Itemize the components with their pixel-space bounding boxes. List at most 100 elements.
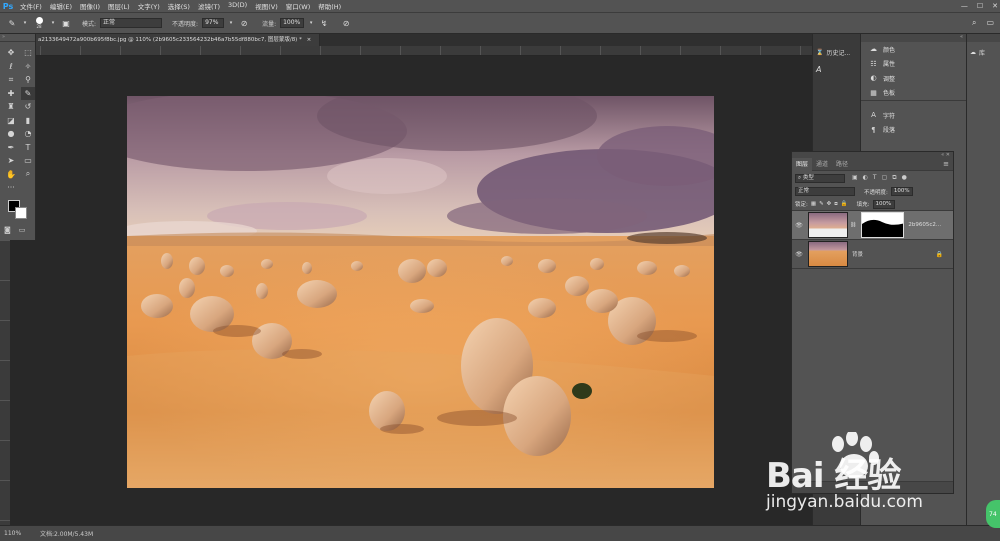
dodge-tool-icon[interactable]: ◔: [21, 127, 35, 141]
lock-transparent-icon[interactable]: ▦: [811, 201, 816, 207]
close-tab-icon[interactable]: ×: [307, 37, 312, 43]
canvas-image[interactable]: [127, 96, 714, 488]
close-icon[interactable]: ✕: [992, 2, 998, 10]
pen-tool-icon[interactable]: ✒: [4, 141, 18, 155]
history-panel-button[interactable]: ⌛ 历史记...: [813, 44, 860, 61]
zoom-tool-icon[interactable]: ⌕: [21, 168, 35, 182]
background-color-swatch[interactable]: [15, 207, 27, 219]
screen-mode-icon[interactable]: ▭: [19, 226, 26, 234]
brush-panel-icon[interactable]: ▣: [60, 17, 72, 29]
minimize-icon[interactable]: —: [961, 2, 968, 10]
tab-layers[interactable]: 图层: [792, 157, 813, 171]
chevron-down-icon[interactable]: ▾: [228, 17, 234, 29]
menu-item-1[interactable]: 编辑(E): [46, 1, 76, 11]
menu-item-7[interactable]: 3D(D): [224, 1, 251, 11]
layer-thumbnail[interactable]: [808, 212, 848, 238]
brush-tool-icon[interactable]: ✎: [21, 86, 35, 100]
more-tools-icon[interactable]: ···: [4, 181, 18, 195]
panel-button-group1-0[interactable]: ☁ 颜色: [861, 42, 966, 57]
brush-preset-picker[interactable]: 28: [32, 17, 46, 29]
pressure-opacity-icon[interactable]: ⊘: [238, 17, 250, 29]
lock-position-icon[interactable]: ✥: [827, 201, 832, 207]
maximize-icon[interactable]: ☐: [977, 2, 983, 10]
filter-adjust-icon[interactable]: ◐: [863, 174, 868, 182]
zoom-level[interactable]: 110%: [0, 530, 28, 537]
menu-item-6[interactable]: 滤镜(T): [194, 1, 224, 11]
chevron-down-icon[interactable]: ▾: [22, 17, 28, 29]
search-icon[interactable]: ⌕: [972, 18, 976, 28]
panel-button-label: 色板: [883, 90, 896, 98]
layer-row-background[interactable]: 👁 背景 🔒: [792, 240, 953, 269]
library-button[interactable]: ☁ 库: [967, 42, 1000, 61]
tab-paths[interactable]: 路径: [832, 158, 852, 171]
panel-button-group1-2[interactable]: ◐ 调整: [861, 71, 966, 86]
marquee-tool-icon[interactable]: ⬚: [21, 46, 35, 60]
toolbar-grip[interactable]: »: [0, 34, 35, 42]
airbrush-icon[interactable]: ↯: [318, 17, 330, 29]
flow-field[interactable]: 100%: [280, 18, 305, 28]
filter-pixel-icon[interactable]: ▣: [852, 174, 858, 182]
shape-tool-icon[interactable]: ▭: [21, 154, 35, 168]
eyedropper-icon[interactable]: ⚲: [21, 73, 35, 87]
pressure-size-icon[interactable]: ⊘: [340, 17, 352, 29]
stamp-tool-icon[interactable]: ♜: [4, 100, 18, 114]
filter-smart-icon[interactable]: ⧉: [892, 174, 896, 182]
dock-grip[interactable]: «: [861, 34, 966, 42]
layer-filter-select[interactable]: ⌕ 类型: [795, 173, 845, 183]
layer-opacity-field[interactable]: 100%: [890, 187, 913, 196]
menu-item-9[interactable]: 窗口(W): [282, 1, 315, 11]
magic-wand-icon[interactable]: ✧: [21, 60, 35, 74]
filter-shape-icon[interactable]: ▢: [882, 174, 888, 182]
blend-mode-select[interactable]: 正常: [795, 187, 855, 196]
layer-name[interactable]: 2b9605c2...: [908, 222, 941, 228]
menu-item-3[interactable]: 图层(L): [104, 1, 134, 11]
lasso-tool-icon[interactable]: ℓ: [4, 60, 18, 74]
menu-item-0[interactable]: 文件(F): [16, 1, 46, 11]
type-tool-icon[interactable]: T: [21, 141, 35, 155]
panel-button-group1-1[interactable]: ☷ 属性: [861, 57, 966, 72]
panel-button-group2-1[interactable]: ¶ 段落: [861, 123, 966, 138]
menu-item-4[interactable]: 文字(Y): [134, 1, 164, 11]
lock-all-icon[interactable]: 🔒: [841, 201, 848, 207]
mask-link-icon[interactable]: ⛓: [850, 222, 856, 228]
layer-thumbnail[interactable]: [808, 241, 848, 267]
layer-name[interactable]: 背景: [852, 250, 863, 258]
hand-tool-icon[interactable]: ✋: [4, 168, 18, 182]
move-tool-icon[interactable]: ✥: [4, 46, 18, 60]
layer-mask-thumbnail[interactable]: [861, 212, 905, 238]
gradient-tool-icon[interactable]: ▮: [21, 114, 35, 128]
menu-item-8[interactable]: 视图(V): [251, 1, 282, 11]
library-grip[interactable]: [967, 34, 1000, 42]
eraser-tool-icon[interactable]: ◪: [4, 114, 18, 128]
history-brush-icon[interactable]: ↺: [21, 100, 35, 114]
healing-brush-icon[interactable]: ✚: [4, 87, 18, 101]
chevron-down-icon[interactable]: ▾: [308, 17, 314, 29]
workspace-icon[interactable]: ▭: [986, 18, 994, 28]
lock-artboard-icon[interactable]: ⧈: [834, 201, 838, 208]
menu-item-5[interactable]: 选择(S): [164, 1, 194, 11]
glyphs-panel-button[interactable]: A: [813, 61, 860, 78]
path-select-icon[interactable]: ➤: [4, 154, 18, 168]
notification-badge[interactable]: 74: [986, 500, 1000, 528]
panel-button-group1-3[interactable]: ▦ 色板: [861, 86, 966, 101]
filter-toggle-icon[interactable]: ●: [902, 174, 907, 182]
brush-tool-icon[interactable]: ✎: [6, 17, 18, 29]
visibility-eye-icon[interactable]: 👁: [792, 222, 806, 229]
blur-tool-icon[interactable]: ●: [4, 127, 18, 141]
quick-mask-icon[interactable]: ◙: [4, 226, 11, 234]
lock-pixels-icon[interactable]: ✎: [819, 201, 824, 207]
panel-menu-icon[interactable]: ≡: [943, 160, 953, 168]
filter-type-icon[interactable]: T: [873, 174, 877, 182]
tab-channels[interactable]: 通道: [812, 158, 832, 171]
document-tab[interactable]: a2133649472a900b695f8bc.jpg @ 110% (2b96…: [36, 34, 320, 46]
opacity-field[interactable]: 97%: [202, 18, 225, 28]
mode-select[interactable]: 正常: [100, 18, 163, 28]
menu-item-2[interactable]: 图像(I): [76, 1, 104, 11]
panel-button-group2-0[interactable]: A 字符: [861, 108, 966, 123]
visibility-eye-icon[interactable]: 👁: [792, 251, 806, 258]
menu-item-10[interactable]: 帮助(H): [314, 1, 345, 11]
chevron-down-icon[interactable]: ▾: [50, 17, 56, 29]
layer-row-masked[interactable]: 👁 ⛓ 2b9605c2...: [792, 211, 953, 240]
fill-field[interactable]: 100%: [872, 199, 895, 209]
crop-tool-icon[interactable]: ⌗: [4, 73, 18, 87]
